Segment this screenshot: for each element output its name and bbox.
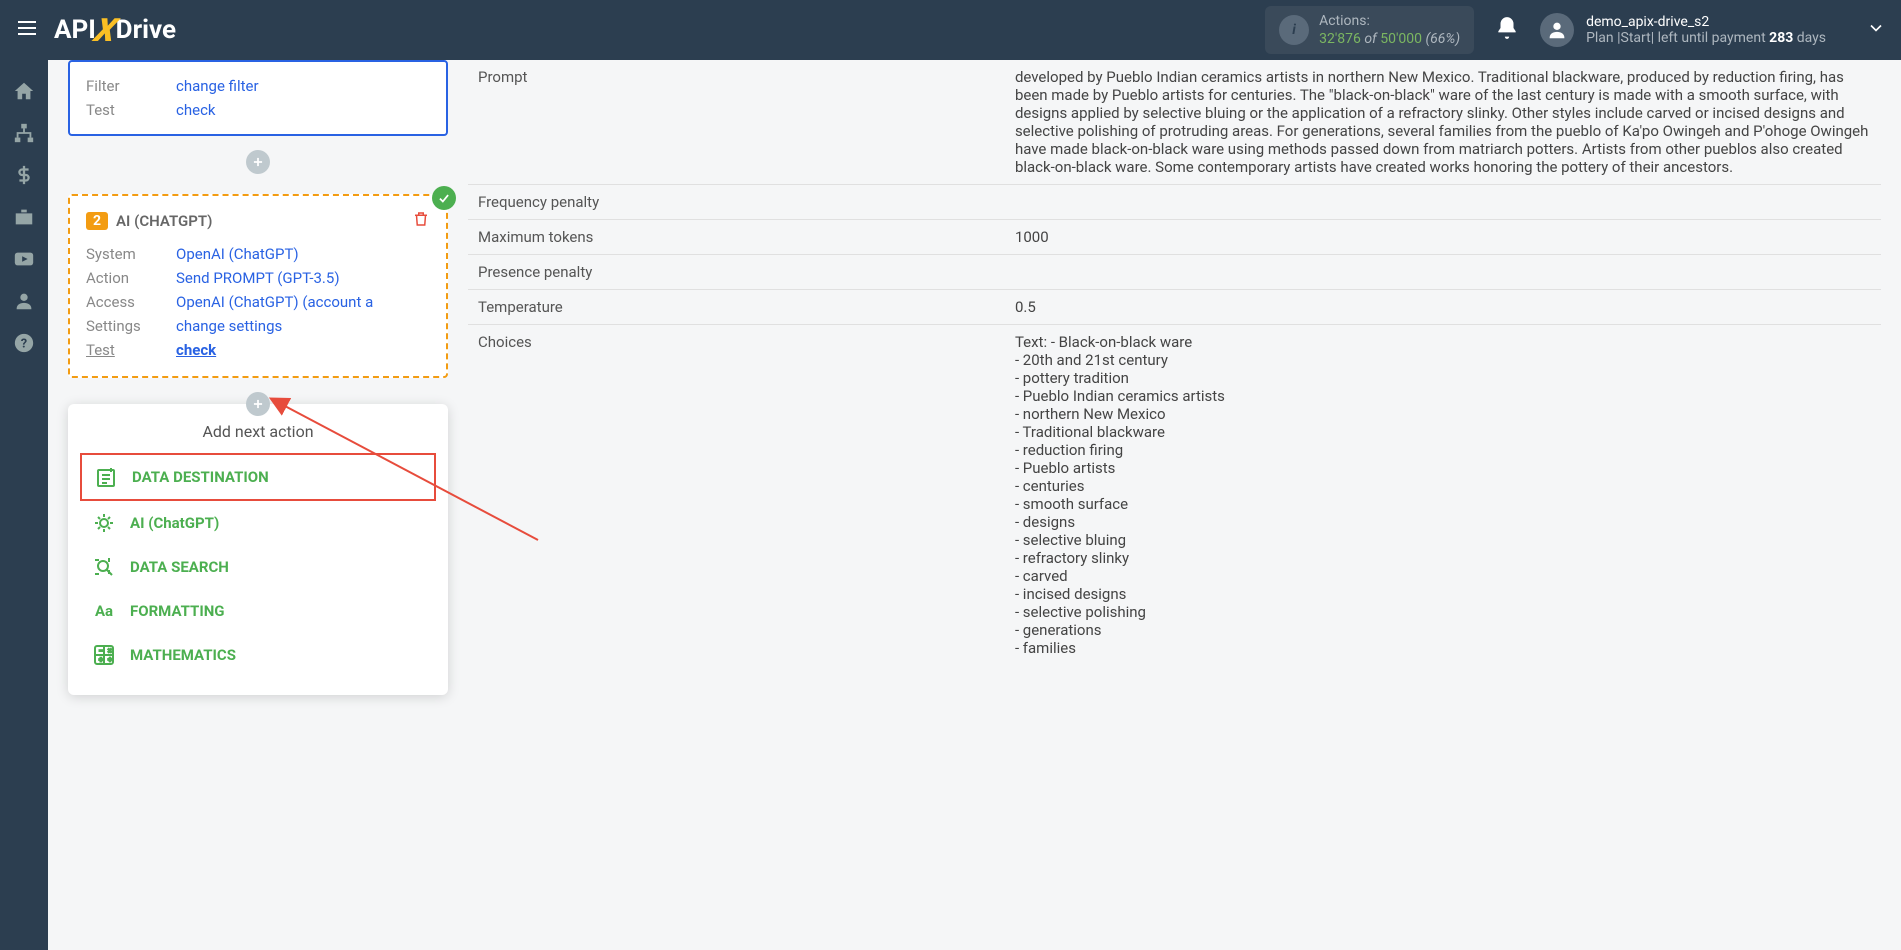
test-label: Test — [86, 101, 176, 119]
action-link[interactable]: Send PROMPT (GPT-3.5) — [176, 269, 340, 287]
test-data-panel: Promptdeveloped by Pueblo Indian ceramic… — [468, 60, 1881, 695]
choices-label: Choices — [468, 325, 1005, 666]
actions-label: Actions: — [1319, 12, 1460, 30]
settings-label: Settings — [86, 317, 176, 335]
chevron-down-icon[interactable] — [1866, 18, 1886, 42]
table-row: Frequency penalty — [468, 185, 1881, 220]
test-label-2: Test — [86, 341, 176, 359]
filter-label: Filter — [86, 77, 176, 95]
svg-text:−: − — [99, 647, 103, 655]
action-label-text: FORMATTING — [130, 602, 225, 620]
avatar-icon — [1540, 13, 1574, 47]
ai-chatgpt-card: 2 AI (CHATGPT) SystemOpenAI (ChatGPT) Ac… — [68, 194, 448, 378]
freq-penalty-label: Frequency penalty — [468, 185, 1005, 220]
action-label: Action — [86, 269, 176, 287]
check-link-2[interactable]: check — [176, 341, 216, 359]
system-link[interactable]: OpenAI (ChatGPT) — [176, 245, 299, 263]
action-ai-chatgpt[interactable]: AI (ChatGPT) — [80, 501, 436, 545]
actions-of: of — [1361, 31, 1380, 47]
max-tokens-label: Maximum tokens — [468, 220, 1005, 255]
home-icon[interactable] — [13, 80, 35, 102]
table-row: ChoicesText: - Black-on-black ware - 20t… — [468, 325, 1881, 666]
svg-text:×: × — [108, 647, 112, 655]
left-rail: ? — [0, 60, 48, 950]
help-icon[interactable]: ? — [13, 332, 35, 354]
sitemap-icon[interactable] — [13, 122, 35, 144]
action-label-text: DATA DESTINATION — [132, 468, 269, 486]
actions-count: 32'876 — [1319, 31, 1361, 47]
math-icon: −× + ÷ — [92, 643, 116, 667]
table-row: Promptdeveloped by Pueblo Indian ceramic… — [468, 60, 1881, 185]
data-destination-icon — [94, 465, 118, 489]
svg-text:+: + — [99, 656, 103, 664]
table-row: Presence penalty — [468, 255, 1881, 290]
action-data-destination[interactable]: DATA DESTINATION — [80, 453, 436, 501]
presence-penalty-label: Presence penalty — [468, 255, 1005, 290]
temperature-value: 0.5 — [1005, 290, 1881, 325]
check-icon — [432, 186, 456, 210]
user-menu[interactable]: demo_apix-drive_s2 Plan |Start| left unt… — [1540, 13, 1826, 47]
presence-penalty-value — [1005, 255, 1881, 290]
system-label: System — [86, 245, 176, 263]
temperature-label: Temperature — [468, 290, 1005, 325]
access-link[interactable]: OpenAI (ChatGPT) (account a — [176, 293, 373, 311]
search-icon — [92, 555, 116, 579]
actions-max: 50'000 — [1380, 31, 1422, 47]
action-label-text: DATA SEARCH — [130, 558, 229, 576]
plan-prefix: Plan |Start| left until payment — [1586, 30, 1769, 46]
source-card: Filterchange filter Testcheck — [68, 60, 448, 136]
add-step-button-1[interactable] — [246, 150, 270, 174]
action-data-search[interactable]: DATA SEARCH — [80, 545, 436, 589]
max-tokens-value: 1000 — [1005, 220, 1881, 255]
actions-pct: (66%) — [1422, 31, 1460, 47]
dollar-icon[interactable] — [13, 164, 35, 186]
card-title: AI (CHATGPT) — [116, 212, 212, 230]
step-badge: 2 — [86, 212, 108, 230]
change-filter-link[interactable]: change filter — [176, 77, 259, 95]
table-row: Maximum tokens1000 — [468, 220, 1881, 255]
freq-penalty-value — [1005, 185, 1881, 220]
header: APIXDrive i Actions: 32'876 of 50'000 (6… — [0, 0, 1901, 60]
ai-icon — [92, 511, 116, 535]
user-icon[interactable] — [13, 290, 35, 312]
plan-days: 283 — [1769, 30, 1793, 46]
check-link[interactable]: check — [176, 101, 216, 119]
add-action-title: Add next action — [80, 422, 436, 441]
trash-icon[interactable] — [412, 210, 430, 232]
action-mathematics[interactable]: −× + ÷ MATHEMATICS — [80, 633, 436, 677]
user-name: demo_apix-drive_s2 — [1586, 14, 1826, 30]
logo-api: API — [54, 15, 96, 45]
add-action-menu: Add next action DATA DESTINATION AI (Cha… — [68, 404, 448, 695]
bell-icon[interactable] — [1494, 15, 1520, 45]
formatting-icon: Aa — [92, 599, 116, 623]
action-formatting[interactable]: Aa FORMATTING — [80, 589, 436, 633]
table-row: Temperature0.5 — [468, 290, 1881, 325]
add-step-button-2[interactable] — [246, 392, 270, 416]
access-label: Access — [86, 293, 176, 311]
info-icon: i — [1279, 15, 1309, 45]
svg-text:?: ? — [21, 337, 27, 352]
prompt-label: Prompt — [468, 60, 1005, 185]
plan-suffix: days — [1793, 30, 1826, 46]
actions-counter[interactable]: i Actions: 32'876 of 50'000 (66%) — [1265, 6, 1474, 54]
svg-text:÷: ÷ — [108, 656, 112, 664]
action-label-text: MATHEMATICS — [130, 646, 236, 664]
youtube-icon[interactable] — [13, 248, 35, 270]
choices-value: Text: - Black-on-black ware - 20th and 2… — [1005, 325, 1881, 666]
settings-link[interactable]: change settings — [176, 317, 282, 335]
hamburger-menu[interactable] — [15, 16, 39, 44]
action-label-text: AI (ChatGPT) — [130, 514, 219, 532]
logo[interactable]: APIXDrive — [54, 11, 176, 49]
briefcase-icon[interactable] — [13, 206, 35, 228]
logo-drive: Drive — [116, 15, 176, 45]
prompt-value: developed by Pueblo Indian ceramics arti… — [1005, 60, 1881, 185]
